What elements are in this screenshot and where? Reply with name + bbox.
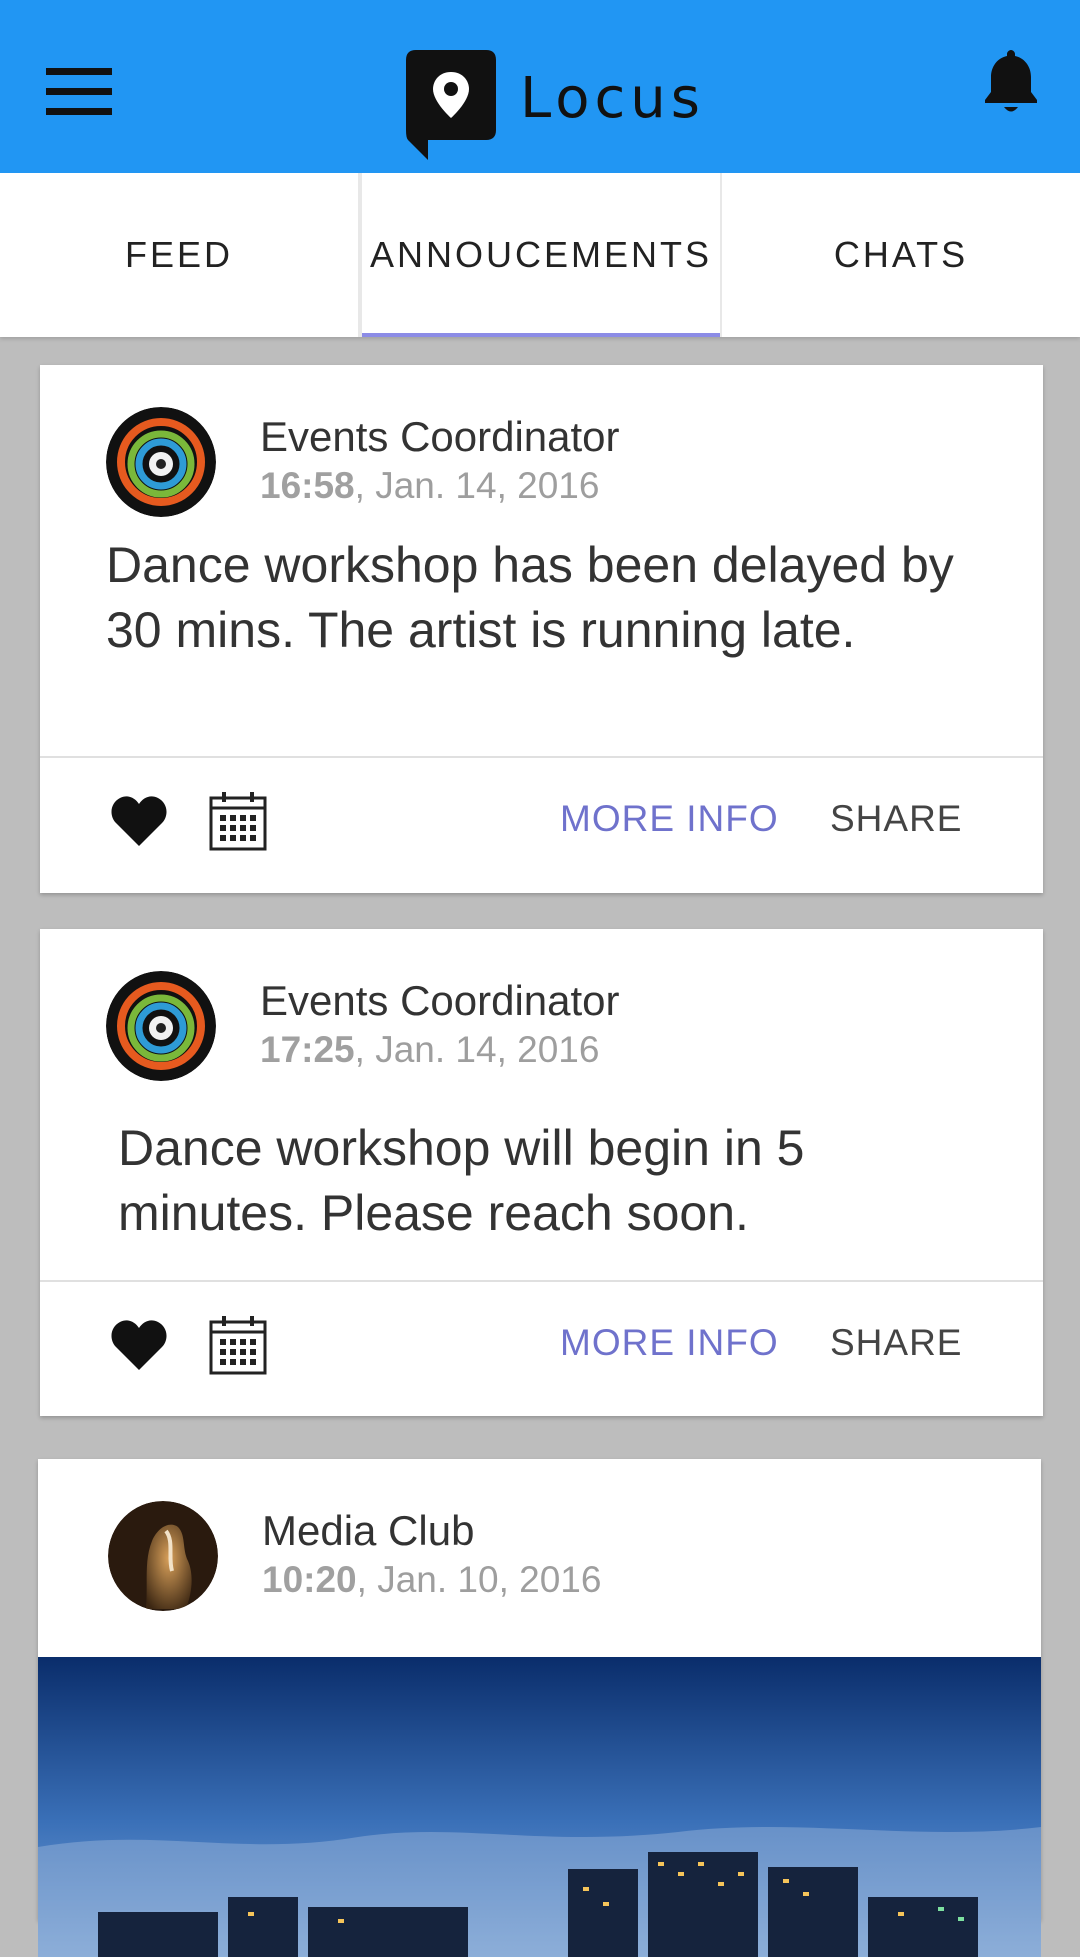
share-button[interactable]: SHARE	[830, 1322, 962, 1364]
bell-icon[interactable]	[982, 46, 1040, 116]
post-body: Dance workshop will begin in 5 minutes. …	[118, 1120, 805, 1241]
post-author: Media Club	[262, 1507, 475, 1554]
tab-announcements[interactable]: ANNOUCEMENTS	[360, 173, 722, 337]
avatar	[108, 1501, 218, 1611]
tab-chats[interactable]: CHATS	[722, 173, 1080, 337]
post-timestamp: 17:25, Jan. 14, 2016	[260, 1029, 600, 1070]
heart-icon[interactable]	[110, 1318, 168, 1372]
announcement-card: Events Coordinator 17:25, Jan. 14, 2016 …	[40, 929, 1043, 1416]
share-button[interactable]: SHARE	[830, 798, 962, 840]
post-author: Events Coordinator	[260, 413, 620, 460]
more-info-button[interactable]: MORE INFO	[560, 798, 779, 840]
menu-icon	[46, 68, 112, 75]
heart-icon[interactable]	[110, 794, 168, 848]
tab-feed[interactable]: FEED	[0, 173, 360, 337]
calendar-icon[interactable]	[208, 790, 268, 852]
avatar	[106, 407, 216, 517]
tab-bar: FEED ANNOUCEMENTS CHATS	[0, 173, 1080, 337]
post-author: Events Coordinator	[260, 977, 620, 1024]
avatar	[106, 971, 216, 1081]
menu-button[interactable]	[46, 68, 112, 116]
map-pin-logo-icon	[406, 50, 496, 160]
calendar-icon[interactable]	[208, 1314, 268, 1376]
app-bar: Locus	[0, 0, 1080, 173]
post-image[interactable]	[38, 1657, 1041, 1957]
brand: Locus	[406, 50, 706, 160]
app-title: Locus	[520, 66, 705, 131]
announcement-card: Media Club 10:20, Jan. 10, 2016	[38, 1459, 1041, 1957]
post-actions: MORE INFO SHARE	[40, 758, 1043, 892]
post-timestamp: 10:20, Jan. 10, 2016	[262, 1559, 602, 1600]
post-timestamp: 16:58, Jan. 14, 2016	[260, 465, 600, 506]
post-actions: MORE INFO SHARE	[40, 1282, 1043, 1416]
announcement-card: Events Coordinator 16:58, Jan. 14, 2016 …	[40, 365, 1043, 893]
post-body: Dance workshop has been delayed by 30 mi…	[106, 537, 954, 658]
more-info-button[interactable]: MORE INFO	[560, 1322, 779, 1364]
